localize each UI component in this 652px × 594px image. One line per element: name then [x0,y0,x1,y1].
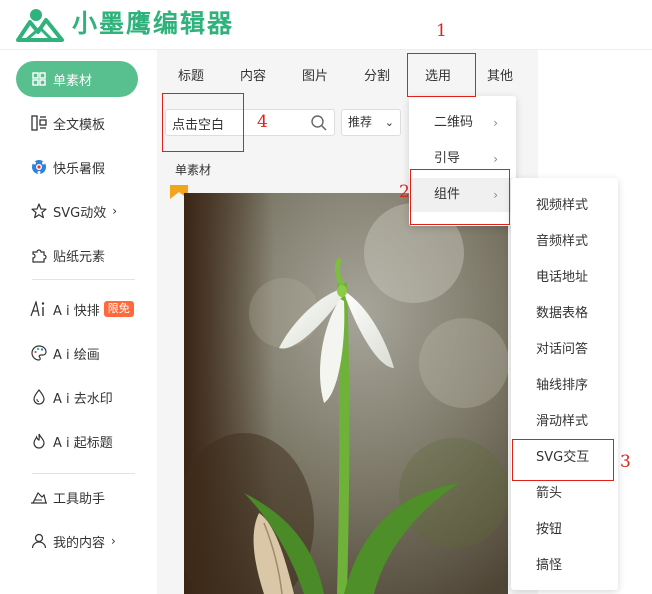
annotation-box-2 [410,169,510,225]
logo-text: 小墨鹰编辑器 [72,9,235,38]
sidebar-item-full-template[interactable]: 全文模板 [16,105,138,141]
tools-icon [30,488,48,506]
free-badge: 限免 [103,301,134,317]
puzzle-icon [30,246,48,264]
divider [32,279,135,280]
template-icon [30,114,48,132]
tab-content[interactable]: 内容 [240,60,266,94]
sidebar-item-ai-layout[interactable]: A i 快排 限免 [16,291,138,327]
tab-image[interactable]: 图片 [302,60,328,94]
sidebar-item-stickers[interactable]: 贴纸元素 [16,237,138,273]
section-label: 单素材 [175,163,212,177]
sidebar-item-label: 我的内容 [53,535,106,551]
sidebar-item-summer[interactable]: 快乐暑假 [16,149,138,185]
logo-icon [16,9,64,42]
annotation-box-3 [512,439,614,481]
sidebar-item-svg-effects[interactable]: SVG动效 › [16,193,138,229]
sidebar-item-label: 全文模板 [53,117,106,133]
submenu-item-phone-address[interactable]: 电话地址 [511,260,618,296]
divider [32,473,135,474]
submenu-item-dialog-qa[interactable]: 对话问答 [511,332,618,368]
sidebar-item-label: SVG动效 [53,205,107,221]
drop-icon [30,388,48,406]
submenu-item-video[interactable]: 视频样式 [511,188,618,224]
annotation-box-4 [162,93,244,152]
annotation-number-2: 2 [399,182,410,202]
sidebar-item-ai-title[interactable]: A i 起标题 [16,423,138,459]
sidebar-item-label: A i 快排 [53,303,100,319]
ai-icon [30,300,48,318]
soccer-ball-icon [30,158,48,176]
category-tabs: 标题 内容 图片 分割 选用 其他 [157,60,538,94]
sidebar-item-label: A i 起标题 [53,435,113,451]
submenu-item-audio[interactable]: 音频样式 [511,224,618,260]
grid-icon [30,70,48,88]
chevron-right-icon: › [112,204,118,218]
menu-item-qrcode[interactable]: 二维码 › [409,106,516,140]
tab-divider[interactable]: 分割 [364,60,390,94]
chevron-right-icon: › [111,534,116,548]
sidebar-item-label: A i 绘画 [53,347,100,363]
sidebar-item-label: A i 去水印 [53,391,113,407]
sidebar: 单素材 全文模板 快乐暑假 SVG动效 › 贴纸元素 A i 快排 限免 A i… [0,50,157,594]
sort-label: 推荐 [348,115,373,129]
chevron-right-icon: › [493,116,498,130]
submenu-item-button[interactable]: 按钮 [511,512,618,548]
submenu-item-timeline[interactable]: 轴线排序 [511,368,618,404]
flame-icon [30,432,48,450]
sidebar-item-label: 单素材 [53,73,93,89]
snowdrop-photo[interactable] [184,193,508,594]
tab-title[interactable]: 标题 [178,60,204,94]
tab-other[interactable]: 其他 [487,60,513,94]
sidebar-item-ai-paint[interactable]: A i 绘画 [16,335,138,371]
chevron-down-icon: ⌄ [384,116,394,129]
search-icon[interactable] [310,114,328,132]
sidebar-item-ai-watermark[interactable]: A i 去水印 [16,379,138,415]
annotation-number-1: 1 [436,21,447,41]
sidebar-item-my-content[interactable]: 我的内容 › [16,523,138,559]
submenu-item-slide[interactable]: 滑动样式 [511,404,618,440]
submenu-item-arrow[interactable]: 箭头 [511,476,618,512]
sidebar-item-label: 快乐暑假 [53,161,106,177]
sort-select[interactable]: 推荐 ⌄ [341,109,401,136]
submenu-item-data-table[interactable]: 数据表格 [511,296,618,332]
sidebar-item-label: 工具助手 [53,491,106,507]
annotation-number-4: 4 [257,112,268,132]
palette-icon [30,344,48,362]
sidebar-item-label: 贴纸元素 [53,249,106,265]
sidebar-item-tools[interactable]: 工具助手 [16,479,138,515]
star-icon [30,202,48,220]
component-submenu: 视频样式 音频样式 电话地址 数据表格 对话问答 轴线排序 滑动样式 SVG交互… [511,178,618,590]
annotation-box-1 [407,53,476,97]
sidebar-item-single-material[interactable]: 单素材 [16,61,138,97]
submenu-item-funny[interactable]: 搞怪 [511,548,618,584]
annotation-number-3: 3 [620,452,631,472]
user-icon [30,532,48,550]
